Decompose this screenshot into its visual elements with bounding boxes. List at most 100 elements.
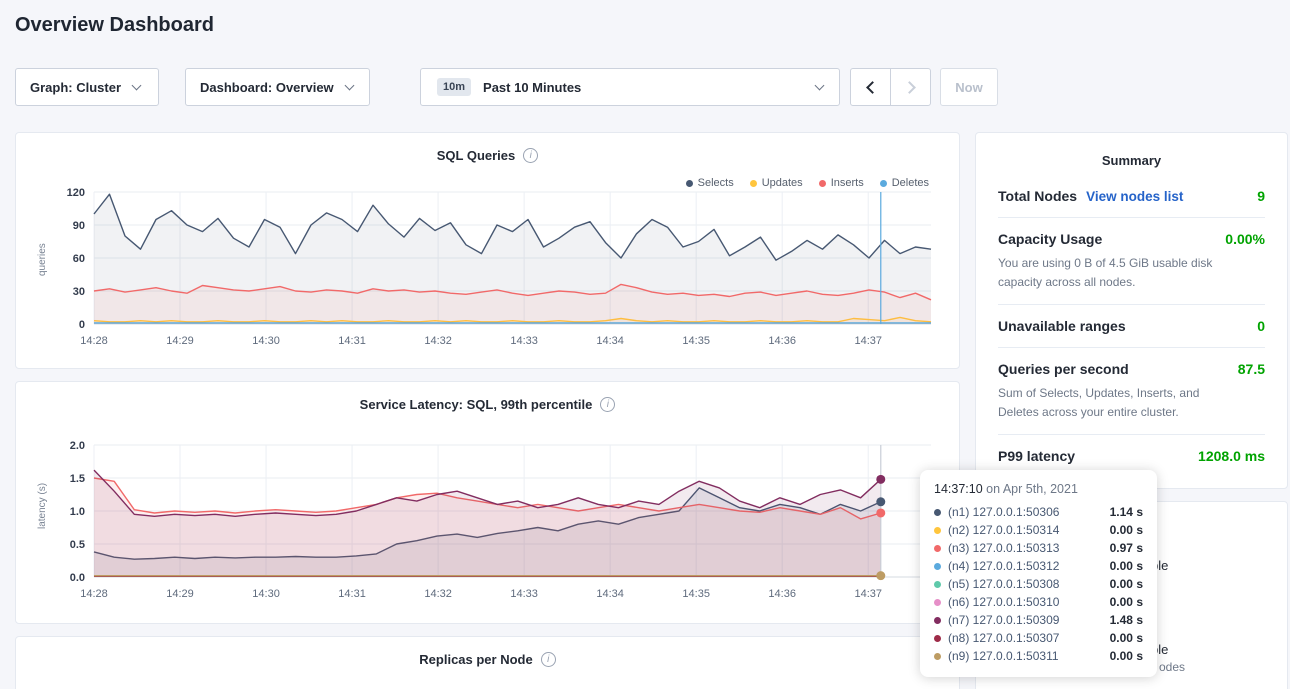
tooltip-node-row: (n3) 127.0.0.1:503130.97 s [934, 539, 1143, 557]
summary-title: Summary [976, 133, 1287, 175]
chart-title: SQL Queries [437, 148, 516, 163]
legend-item[interactable]: Inserts [819, 177, 864, 189]
svg-text:14:35: 14:35 [682, 335, 710, 347]
svg-text:2.0: 2.0 [70, 440, 85, 452]
svg-text:14:34: 14:34 [596, 588, 624, 600]
summary-description: You are using 0 B of 4.5 GiB usable disk… [998, 254, 1265, 291]
now-button[interactable]: Now [940, 68, 998, 106]
chart-tooltip: 14:37:10 on Apr 5th, 2021 (n1) 127.0.0.1… [920, 470, 1157, 677]
svg-text:0.5: 0.5 [70, 539, 85, 551]
node-address: (n7) 127.0.0.1:50309 [948, 613, 1059, 627]
chart-title: Service Latency: SQL, 99th percentile [360, 397, 593, 412]
tooltip-date: on Apr 5th, 2021 [986, 482, 1078, 496]
sql-queries-card: SQL Queries i Selects Updates Inserts Delet… [15, 132, 960, 369]
chart-header: Service Latency: SQL, 99th percentile i [16, 382, 959, 413]
service-latency-card: Service Latency: SQL, 99th percentile i … [15, 381, 960, 624]
legend-item[interactable]: Deletes [880, 177, 929, 189]
toolbar: Graph: Cluster Dashboard: Overview 10m P… [0, 68, 1290, 106]
dashboard-dropdown-label: Dashboard: Overview [200, 80, 334, 95]
summary-label: Queries per second [998, 361, 1129, 377]
node-latency-value: 0.00 s [1110, 523, 1143, 537]
svg-text:14:36: 14:36 [768, 588, 796, 600]
summary-value: 0.00% [1225, 231, 1265, 247]
legend-color-dot [819, 180, 826, 187]
svg-text:14:32: 14:32 [424, 588, 452, 600]
summary-description: Sum of Selects, Updates, Inserts, and De… [998, 384, 1265, 421]
node-latency-value: 0.00 s [1110, 595, 1143, 609]
series-color-dot [934, 545, 941, 552]
svg-text:14:28: 14:28 [80, 335, 108, 347]
svg-text:0: 0 [79, 319, 85, 331]
tooltip-node-row: (n6) 127.0.0.1:50310 0.00 s [934, 593, 1143, 611]
legend-item[interactable]: Updates [750, 177, 803, 189]
info-icon[interactable]: i [600, 397, 615, 412]
summary-rows: Total NodesView nodes list9Capacity Usag… [976, 175, 1287, 477]
node-latency-value: 1.48 s [1110, 613, 1143, 627]
svg-text:14:29: 14:29 [166, 335, 194, 347]
svg-text:queries: queries [37, 243, 48, 276]
legend-label: Updates [762, 177, 803, 189]
tooltip-node-row: (n9) 127.0.0.1:503110.00 s [934, 647, 1143, 665]
node-address: (n1) 127.0.0.1:50306 [948, 505, 1059, 519]
series-color-dot [934, 509, 941, 516]
chart-legend: Selects Updates Inserts Deletes [686, 177, 929, 189]
legend-color-dot [686, 180, 693, 187]
svg-text:14:34: 14:34 [596, 335, 624, 347]
node-latency-value: 0.00 s [1110, 649, 1143, 663]
graph-dropdown[interactable]: Graph: Cluster [15, 68, 159, 106]
node-latency-value: 0.00 s [1110, 577, 1143, 591]
svg-text:14:29: 14:29 [166, 588, 194, 600]
summary-panel: Summary Total NodesView nodes list9Capac… [975, 132, 1288, 489]
node-latency-value: 0.00 s [1110, 559, 1143, 573]
svg-text:14:33: 14:33 [510, 335, 538, 347]
tooltip-timestamp: 14:37:10 on Apr 5th, 2021 [934, 482, 1143, 496]
svg-text:14:30: 14:30 [252, 335, 280, 347]
node-address: (n8) 127.0.0.1:50307 [948, 631, 1059, 645]
time-next-button[interactable] [890, 68, 931, 106]
sql-queries-chart[interactable]: 030609012014:2814:2914:3014:3114:3214:33… [32, 184, 943, 360]
summary-value: 0 [1257, 318, 1265, 334]
chevron-left-icon [866, 81, 879, 94]
node-address: (n2) 127.0.0.1:50314 [948, 523, 1059, 537]
summary-label: Unavailable ranges [998, 318, 1126, 334]
summary-label: P99 latency [998, 448, 1075, 464]
info-icon[interactable]: i [541, 652, 556, 667]
tooltip-node-row: (n4) 127.0.0.1:503120.00 s [934, 557, 1143, 575]
svg-text:14:33: 14:33 [510, 588, 538, 600]
chevron-down-icon [132, 80, 142, 90]
tooltip-node-row: (n8) 127.0.0.1:50307 0.00 s [934, 629, 1143, 647]
tooltip-node-row: (n5) 127.0.0.1:503080.00 s [934, 575, 1143, 593]
tooltip-node-row: (n2) 127.0.0.1:50314 0.00 s [934, 521, 1143, 539]
legend-label: Deletes [892, 177, 929, 189]
svg-text:14:37: 14:37 [854, 335, 882, 347]
time-range-badge: 10m [437, 78, 471, 96]
svg-text:14:35: 14:35 [682, 588, 710, 600]
event-item-fragment[interactable]: odes [1159, 660, 1185, 674]
svg-text:14:31: 14:31 [338, 588, 366, 600]
series-color-dot [934, 581, 941, 588]
series-color-dot [934, 563, 941, 570]
summary-row: Total NodesView nodes list9 [998, 175, 1265, 217]
time-prev-button[interactable] [850, 68, 891, 106]
node-latency-value: 0.97 s [1110, 541, 1143, 555]
node-latency-value: 0.00 s [1110, 631, 1143, 645]
time-range-dropdown[interactable]: 10m Past 10 Minutes [420, 68, 840, 106]
summary-row: Capacity Usage0.00%You are using 0 B of … [998, 217, 1265, 304]
chart-header: SQL Queries i [16, 133, 959, 164]
legend-item[interactable]: Selects [686, 177, 734, 189]
tooltip-node-row: (n1) 127.0.0.1:50306 1.14 s [934, 503, 1143, 521]
chart-header: Replicas per Node i [16, 637, 959, 668]
svg-text:1.5: 1.5 [70, 473, 85, 485]
node-address: (n6) 127.0.0.1:50310 [948, 595, 1059, 609]
info-icon[interactable]: i [523, 148, 538, 163]
service-latency-chart[interactable]: 0.00.51.01.52.014:2814:2914:3014:3114:32… [32, 437, 943, 613]
svg-text:14:36: 14:36 [768, 335, 796, 347]
dashboard-dropdown[interactable]: Dashboard: Overview [185, 68, 370, 106]
svg-text:120: 120 [67, 187, 85, 199]
node-latency-value: 1.14 s [1110, 505, 1143, 519]
view-nodes-link[interactable]: View nodes list [1086, 189, 1183, 204]
legend-color-dot [880, 180, 887, 187]
svg-text:14:32: 14:32 [424, 335, 452, 347]
legend-label: Selects [698, 177, 734, 189]
page-title: Overview Dashboard [15, 14, 214, 37]
